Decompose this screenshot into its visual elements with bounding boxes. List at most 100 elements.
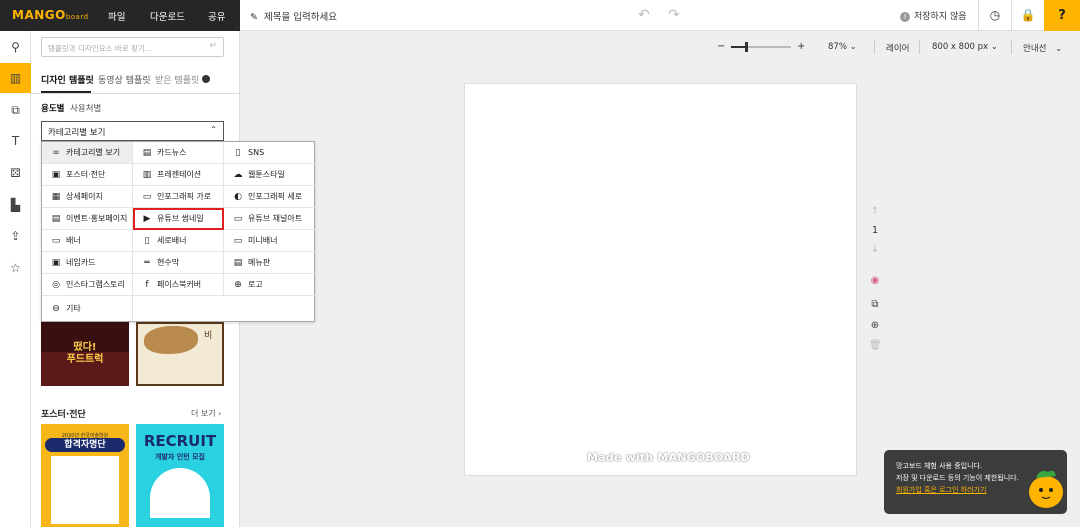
- dd-facebook-cover[interactable]: f 페이스북커버: [133, 274, 224, 296]
- fish-illustration: [144, 326, 198, 354]
- title-input[interactable]: ✎ 제목을 입력하세요: [250, 9, 337, 23]
- zoom-out-button[interactable]: −: [717, 41, 725, 52]
- copy-page-icon[interactable]: ⧉: [869, 299, 881, 310]
- pie-icon: ◐: [234, 192, 242, 202]
- text-icon[interactable]: T: [0, 126, 31, 156]
- pencil-icon: ✎: [250, 12, 258, 23]
- category-select[interactable]: 카테고리별 보기 ⌃: [41, 121, 224, 141]
- history-icon[interactable]: ◷: [978, 0, 1011, 31]
- chart-icon[interactable]: ▙: [0, 190, 31, 220]
- page-size-select[interactable]: 800 x 800 px ⌄: [932, 42, 998, 52]
- delete-page-icon[interactable]: 🗑: [869, 340, 882, 351]
- enter-icon: ↵: [209, 41, 217, 51]
- dd-label: 프레젠테이션: [157, 170, 202, 179]
- dd-placard[interactable]: ═ 현수막: [133, 252, 224, 274]
- dd-label: 상세페이지: [66, 192, 103, 201]
- page-up-icon[interactable]: ↑: [869, 206, 881, 217]
- dd-vertical-banner[interactable]: ▯ 세로배너: [133, 230, 224, 252]
- dd-youtube-thumbnail[interactable]: ▶ 유튜브 썸네일: [133, 208, 224, 230]
- dd-youtube-channelart[interactable]: ▭ 유튜브 채널아트: [224, 208, 316, 230]
- undo-icon[interactable]: ↶: [638, 7, 650, 23]
- dd-label: 페이스북커버: [157, 280, 202, 289]
- dd-infographic-vertical[interactable]: ◐ 인포그래픽 세로: [224, 186, 316, 208]
- title-placeholder: 제목을 입력하세요: [264, 12, 337, 23]
- template-icon[interactable]: ▥: [0, 63, 31, 93]
- presentation-icon: ▥: [142, 170, 152, 180]
- zoom-slider-knob[interactable]: [745, 42, 748, 52]
- zoom-in-button[interactable]: +: [797, 41, 805, 52]
- tab-video-template[interactable]: 동영상 템플릿: [98, 73, 151, 86]
- guide-select[interactable]: 안내선 ⌄: [1023, 42, 1062, 54]
- photo-icon[interactable]: ⧉: [0, 95, 31, 125]
- vertical-banner-icon: ▯: [144, 236, 150, 246]
- mango-logo[interactable]: MANGOboard: [12, 8, 89, 22]
- dd-category-all[interactable]: ∞ 카테고리별 보기: [42, 142, 133, 164]
- logo-sub: board: [65, 13, 89, 21]
- dd-label: 이벤트·홍보페이지: [66, 214, 128, 223]
- dd-label: 카드뉴스: [157, 148, 187, 157]
- dd-namecard[interactable]: ▣ 네임카드: [42, 252, 133, 274]
- event-icon: ▤: [51, 214, 61, 224]
- template-thumb-foodtruck[interactable]: 떴다! 푸드트럭: [41, 322, 129, 386]
- tab-received-template[interactable]: 받은 템플릿: [155, 73, 211, 86]
- tab-design-template[interactable]: 디자인 템플릿: [41, 73, 94, 86]
- zoom-level: 87%: [828, 42, 847, 52]
- search-input[interactable]: 템플릿과 디자인요소 바로 찾기... ↵: [41, 37, 224, 57]
- dd-label: 인포그래픽 세로: [248, 192, 303, 201]
- cardnews-icon: ▤: [142, 148, 152, 158]
- section-more-link[interactable]: 더 보기 ›: [191, 408, 221, 419]
- dd-cardnews[interactable]: ▤ 카드뉴스: [133, 142, 224, 164]
- palette-icon[interactable]: ◉: [869, 275, 881, 286]
- dd-instagram-story[interactable]: ◎ 인스타그램스토리: [42, 274, 133, 296]
- mango-mascot-icon: [1029, 470, 1063, 508]
- add-page-icon[interactable]: ⊕: [869, 320, 881, 331]
- namecard-icon: ▣: [51, 258, 61, 268]
- layer-button[interactable]: 레이어: [886, 42, 909, 54]
- minus-circle-icon: ⊖: [52, 304, 60, 314]
- thumb-passlist-title: 합격자명단: [45, 438, 125, 452]
- category-dropdown: ∞ 카테고리별 보기 ▤ 카드뉴스 ▯ SNS ▣ 포스터·전단 ▥ 프레젠테이션 ☁ 웹툰…: [41, 141, 316, 322]
- logo-main: MANGO: [12, 8, 66, 22]
- play-icon: ▶: [143, 214, 151, 224]
- mini-banner-icon: ▭: [233, 236, 243, 246]
- chevron-down-icon: ⌄: [990, 42, 998, 52]
- section-title: 포스터·전단: [41, 410, 86, 420]
- dd-presentation[interactable]: ▥ 프레젠테이션: [133, 164, 224, 186]
- dd-webtoon[interactable]: ☁ 웹툰스타일: [224, 164, 316, 186]
- upload-icon[interactable]: ⇪: [0, 221, 31, 251]
- instagram-icon: ◎: [52, 280, 60, 290]
- dd-banner[interactable]: ▭ 배너: [42, 230, 133, 252]
- dd-event-page[interactable]: ▤ 이벤트·홍보페이지: [42, 208, 133, 230]
- search-icon[interactable]: ⚲: [0, 32, 31, 62]
- dd-label: 유튜브 썸네일: [157, 214, 204, 223]
- redo-icon[interactable]: ↷: [668, 7, 680, 23]
- dd-mini-banner[interactable]: ▭ 미니배너: [224, 230, 316, 252]
- zoom-slider[interactable]: [731, 42, 791, 52]
- dd-menu-board[interactable]: ▤ 메뉴판: [224, 252, 316, 274]
- subtab-by-purpose[interactable]: 용도별: [41, 102, 64, 114]
- dd-label: 로고: [248, 280, 263, 289]
- thumb-recruit-sub: 개발자 인턴 모집: [155, 453, 205, 461]
- element-icon[interactable]: ⚄: [0, 158, 31, 188]
- help-button[interactable]: ?: [1044, 0, 1080, 31]
- menu-file[interactable]: 파일: [108, 9, 125, 23]
- dd-sns[interactable]: ▯ SNS: [224, 142, 316, 164]
- divider: [919, 40, 920, 54]
- template-thumb-recruit[interactable]: RECRUIT 개발자 인턴 모집: [136, 424, 224, 527]
- lock-icon[interactable]: 🔒: [1011, 0, 1044, 31]
- divider: [874, 40, 875, 54]
- dd-poster[interactable]: ▣ 포스터·전단: [42, 164, 133, 186]
- dd-logo[interactable]: ⊕ 로고: [224, 274, 316, 296]
- menu-share[interactable]: 공유: [208, 9, 225, 23]
- template-thumb-passlist[interactable]: 2020년 한국미술학원 합격자명단: [41, 424, 129, 527]
- menu-download[interactable]: 다운로드: [150, 9, 185, 23]
- page-down-icon[interactable]: ↓: [869, 244, 881, 255]
- template-thumb-fish[interactable]: 비: [136, 322, 224, 386]
- dd-etc[interactable]: ⊖ 기타: [42, 296, 133, 322]
- dd-detail-page[interactable]: ▦ 상세페이지: [42, 186, 133, 208]
- subtab-by-usage[interactable]: 사용처별: [70, 102, 101, 114]
- zoom-level-select[interactable]: 87% ⌄: [828, 42, 857, 52]
- dd-infographic-horizontal[interactable]: ▭ 인포그래픽 가로: [133, 186, 224, 208]
- favorite-icon[interactable]: ☆: [0, 253, 31, 283]
- design-page[interactable]: [464, 83, 857, 476]
